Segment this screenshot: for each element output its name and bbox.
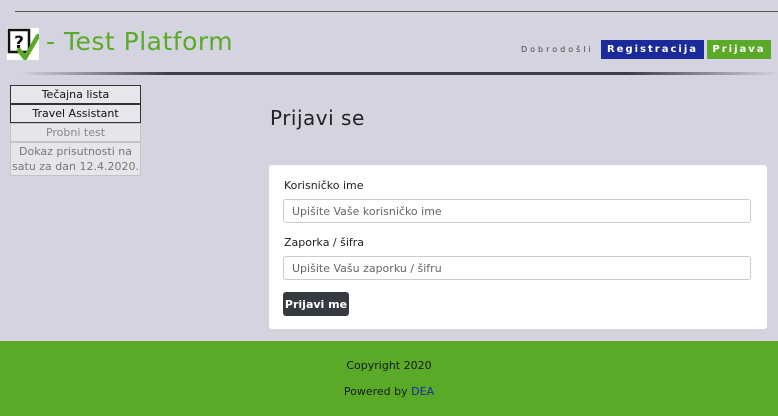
login-button[interactable]: Prijava <box>707 40 771 59</box>
login-submit-button[interactable]: Prijavi me <box>283 292 349 316</box>
username-input[interactable] <box>283 199 751 223</box>
copyright-text: Copyright 2020 <box>346 359 432 372</box>
login-form-card: Korisničko ime Zaporka / šifra Prijavi m… <box>269 165 767 329</box>
powered-by-prefix: Powered by <box>343 385 412 398</box>
footer: Copyright 2020 Powered by DEA <box>0 341 778 416</box>
brand-title[interactable]: - Test Platform <box>46 27 233 56</box>
top-divider <box>15 11 778 12</box>
password-label: Zaporka / šifra <box>284 236 365 249</box>
sidebar-item-travel-assistant[interactable]: Travel Assistant <box>10 104 141 123</box>
logo-icon[interactable]: ? <box>7 28 39 60</box>
powered-by: Powered by DEA <box>0 385 778 398</box>
username-label: Korisničko ime <box>284 179 364 192</box>
welcome-text: Dobrodošli <box>521 45 594 54</box>
dea-link[interactable]: DEA <box>411 385 434 398</box>
sidebar-item-attendance-proof[interactable]: Dokaz prisutnosti na satu za dan 12.4.20… <box>10 142 141 176</box>
header-divider <box>20 72 778 75</box>
register-button[interactable]: Registracija <box>601 40 704 59</box>
password-input[interactable] <box>283 256 751 280</box>
sidebar-item-trial-test[interactable]: Probni test <box>10 123 141 142</box>
sidebar: Tečajna lista Travel Assistant Probni te… <box>10 85 141 176</box>
page-title: Prijavi se <box>270 106 365 130</box>
sidebar-item-exchange-rates[interactable]: Tečajna lista <box>10 85 141 104</box>
